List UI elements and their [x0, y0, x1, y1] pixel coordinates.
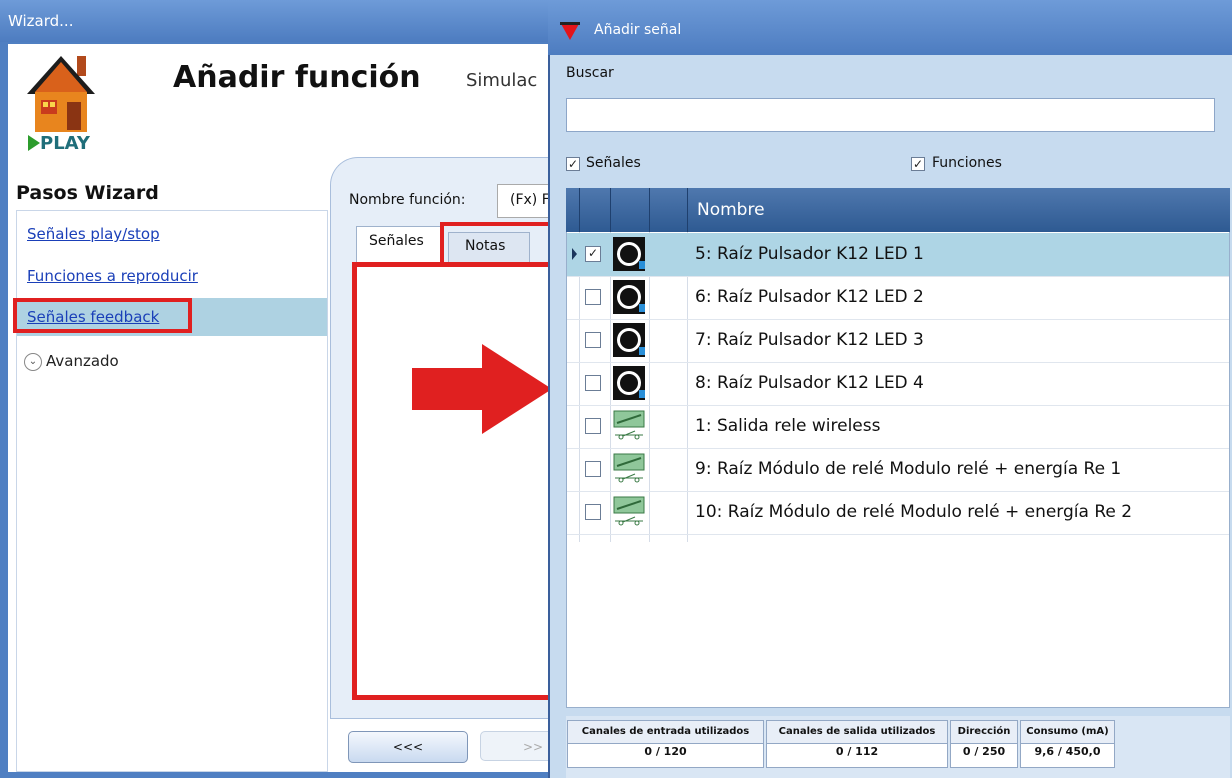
- function-name-label: Nombre función:: [349, 192, 466, 208]
- status-label: Dirección: [951, 721, 1017, 744]
- logo-text: PLAY: [40, 133, 90, 154]
- status-value: 9,6 / 450,0: [1034, 745, 1101, 758]
- search-input[interactable]: [566, 98, 1215, 132]
- column-header-name[interactable]: Nombre: [697, 200, 765, 220]
- signals-drop-area[interactable]: [352, 262, 562, 700]
- row-signal-name: 6: Raíz Pulsador K12 LED 2: [695, 287, 924, 307]
- page-subtitle: Simulac: [466, 70, 538, 91]
- chevron-down-icon[interactable]: ⌄: [24, 353, 42, 371]
- relay-icon: [613, 409, 645, 443]
- step-functions-to-play[interactable]: Funciones a reproducir: [17, 257, 327, 295]
- play-logo: PLAY: [28, 133, 90, 154]
- step-link[interactable]: Señales play/stop: [27, 225, 160, 243]
- row-checkbox[interactable]: [585, 332, 601, 348]
- relay-icon: [613, 452, 645, 486]
- row-signal-name: 10: Raíz Módulo de relé Modulo relé + en…: [695, 502, 1133, 522]
- status-output-channels: Canales de salida utilizados 0 / 112: [766, 720, 948, 768]
- status-value: 0 / 112: [835, 745, 879, 758]
- table-row[interactable]: 6: Raíz Pulsador K12 LED 2: [567, 276, 1229, 320]
- row-checkbox[interactable]: ✓: [585, 246, 601, 262]
- table-header: [566, 188, 1230, 232]
- arrow-right-icon: [412, 344, 552, 434]
- function-name-value: (Fx) F: [510, 192, 550, 208]
- status-label: Canales de salida utilizados: [767, 721, 947, 744]
- status-consumption: Consumo (mA) 9,6 / 450,0: [1020, 720, 1115, 768]
- page-title: Añadir función: [173, 60, 421, 95]
- step-signals-play-stop[interactable]: Señales play/stop: [17, 215, 327, 253]
- row-checkbox[interactable]: [585, 418, 601, 434]
- table-row[interactable]: 1: Salida rele wireless: [567, 405, 1229, 449]
- button-icon: [613, 237, 645, 271]
- current-row-indicator-icon: [572, 248, 577, 260]
- row-checkbox[interactable]: [585, 375, 601, 391]
- table-row[interactable]: 9: Raíz Módulo de relé Modulo relé + ene…: [567, 448, 1229, 492]
- status-address: Dirección 0 / 250: [950, 720, 1018, 768]
- table-row[interactable]: 8: Raíz Pulsador K12 LED 4: [567, 362, 1229, 406]
- functions-filter-checkbox[interactable]: ✓: [911, 157, 925, 171]
- house-logo-icon: [27, 56, 95, 132]
- table-row[interactable]: 7: Raíz Pulsador K12 LED 3: [567, 319, 1229, 363]
- tab-signals[interactable]: Señales: [356, 226, 444, 263]
- signals-filter-label: Señales: [586, 155, 641, 171]
- steps-title: Pasos Wizard: [16, 182, 159, 204]
- header-separator: [687, 188, 688, 232]
- row-signal-name: 8: Raíz Pulsador K12 LED 4: [695, 373, 924, 393]
- advanced-toggle[interactable]: Avanzado: [46, 352, 119, 370]
- table-row[interactable]: ✓ 5: Raíz Pulsador K12 LED 1: [567, 233, 1229, 277]
- highlight-box-tab: [440, 222, 560, 266]
- highlight-box-step: [13, 298, 192, 333]
- status-value: 0 / 120: [644, 745, 687, 758]
- steps-panel: Señales play/stop Funciones a reproducir…: [16, 210, 328, 772]
- step-link[interactable]: Funciones a reproducir: [27, 267, 198, 285]
- previous-button[interactable]: <<<: [348, 731, 468, 763]
- row-checkbox[interactable]: [585, 289, 601, 305]
- button-icon: [613, 366, 645, 400]
- row-signal-name: 9: Raíz Módulo de relé Modulo relé + ene…: [695, 459, 1122, 479]
- button-icon: [613, 323, 645, 357]
- header-separator: [649, 188, 650, 232]
- status-label: Consumo (mA): [1021, 721, 1114, 744]
- row-signal-name: 5: Raíz Pulsador K12 LED 1: [695, 244, 924, 264]
- row-checkbox[interactable]: [585, 504, 601, 520]
- wizard-titlebar[interactable]: [0, 0, 556, 42]
- table-row[interactable]: 10: Raíz Módulo de relé Modulo relé + en…: [567, 491, 1229, 535]
- red-triangle-icon: [560, 22, 580, 40]
- row-checkbox[interactable]: [585, 461, 601, 477]
- header-separator: [610, 188, 611, 232]
- row-signal-name: 1: Salida rele wireless: [695, 416, 881, 436]
- signals-filter-checkbox[interactable]: ✓: [566, 157, 580, 171]
- header-separator: [579, 188, 580, 232]
- play-triangle-icon: [28, 135, 40, 151]
- status-label: Canales de entrada utilizados: [568, 721, 763, 744]
- row-signal-name: 7: Raíz Pulsador K12 LED 3: [695, 330, 924, 350]
- status-input-channels: Canales de entrada utilizados 0 / 120: [567, 720, 764, 768]
- wizard-title: Wizard...: [8, 12, 74, 30]
- add-signal-title: Añadir señal: [594, 22, 682, 38]
- status-value: 0 / 250: [962, 745, 1006, 758]
- button-icon: [613, 280, 645, 314]
- search-label: Buscar: [566, 65, 614, 81]
- functions-filter-label: Funciones: [932, 155, 1002, 171]
- tab-label: Señales: [369, 233, 424, 249]
- relay-icon: [613, 495, 645, 529]
